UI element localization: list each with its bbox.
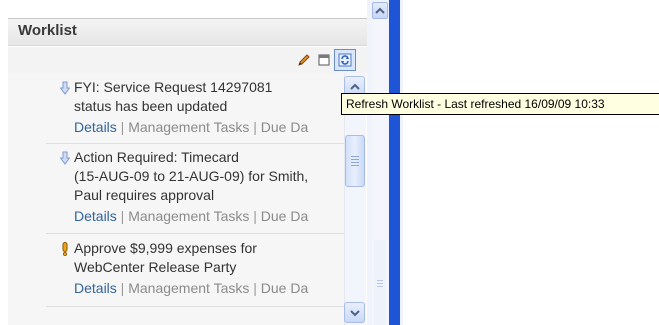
worklist-toolbar — [8, 47, 367, 73]
refresh-worklist-button[interactable] — [334, 49, 356, 71]
details-link[interactable]: Details — [74, 208, 117, 224]
chevron-up-icon — [349, 83, 360, 90]
window-icon — [318, 54, 330, 66]
link-separator: | — [116, 119, 129, 135]
details-link[interactable]: Details — [74, 280, 117, 296]
exclamation-icon — [62, 242, 68, 256]
details-link[interactable]: Details — [74, 119, 117, 135]
due-date-link[interactable]: Due Da — [261, 208, 308, 224]
item-links: Details | Management Tasks | Due Da — [74, 280, 308, 296]
worklist-title: Worklist — [18, 22, 77, 39]
item-title-line[interactable]: WebCenter Release Party — [74, 258, 344, 277]
frame-border — [389, 0, 400, 325]
list-scroll-thumb[interactable] — [345, 135, 365, 187]
item-title-line[interactable]: Action Required: Timecard — [74, 148, 344, 167]
link-separator: | — [249, 208, 261, 224]
link-separator: | — [116, 280, 129, 296]
management-tasks-link[interactable]: Management Tasks — [128, 280, 249, 296]
list-scroll-down-button[interactable] — [344, 302, 365, 323]
window-button[interactable] — [315, 51, 333, 69]
item-divider — [46, 233, 344, 234]
refresh-tooltip: Refresh Worklist - Last refreshed 16/09/… — [341, 93, 659, 115]
item-title-line[interactable]: Paul requires approval — [74, 186, 344, 205]
item-title-line[interactable]: FYI: Service Request 14297081 — [74, 78, 344, 97]
arrow-down-icon — [60, 81, 70, 95]
pencil-icon — [298, 54, 310, 66]
link-separator: | — [249, 280, 261, 296]
page-scroll-thumb[interactable] — [374, 240, 386, 325]
item-links: Details | Management Tasks | Due Da — [74, 119, 308, 135]
page-scroll-up-button[interactable] — [372, 2, 388, 19]
item-divider — [46, 143, 344, 144]
item-divider — [46, 306, 344, 307]
management-tasks-link[interactable]: Management Tasks — [128, 119, 249, 135]
due-date-link[interactable]: Due Da — [261, 280, 308, 296]
link-separator: | — [249, 119, 261, 135]
item-links: Details | Management Tasks | Due Da — [74, 208, 308, 224]
link-separator: | — [116, 208, 129, 224]
item-title-line[interactable]: status has been updated — [74, 97, 344, 116]
item-title-line[interactable]: (15-AUG-09 to 21-AUG-09) for Smith, — [74, 167, 344, 186]
item-title-line[interactable]: Approve $9,999 expenses for — [74, 239, 344, 258]
chevron-down-icon — [349, 309, 360, 316]
due-date-link[interactable]: Due Da — [261, 119, 308, 135]
management-tasks-link[interactable]: Management Tasks — [128, 208, 249, 224]
chevron-up-icon — [375, 7, 385, 14]
refresh-icon — [338, 53, 352, 67]
worklist-items: FYI: Service Request 14297081 status has… — [8, 73, 344, 325]
portlet-top-spacer — [8, 0, 367, 17]
edit-button[interactable] — [295, 51, 313, 69]
arrow-down-icon — [60, 151, 70, 165]
